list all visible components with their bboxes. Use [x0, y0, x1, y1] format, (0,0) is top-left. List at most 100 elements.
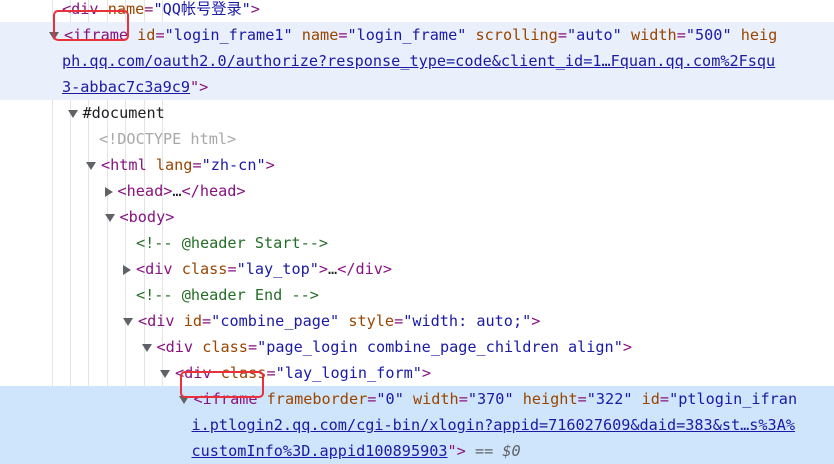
node-tag-text: >: [265, 156, 275, 174]
node-attr-text: id: [183, 312, 203, 330]
node-link-text[interactable]: customInfo%3D.appid100895903: [192, 442, 448, 460]
node-tag-text: =: [266, 364, 276, 382]
node-val-text: "page_login combine_page_children align": [257, 338, 623, 356]
dom-node-row[interactable]: <div id="combine_page" style="width: aut…: [0, 308, 834, 334]
expand-triangle-down-icon[interactable]: [178, 395, 189, 404]
node-val-text: "ptlogin_ifran: [669, 390, 798, 408]
node-txt-text: …: [172, 182, 182, 200]
node-link-text[interactable]: ph.qq.com/oauth2.0/authorize?response_ty…: [62, 52, 775, 70]
expand-triangle-down-icon[interactable]: [123, 317, 133, 326]
node-tag-text: =: [202, 312, 212, 330]
elements-dom-tree[interactable]: <div name="QQ帐号登录"> <iframe id="login_fra…: [0, 0, 834, 464]
node-com-text: <!-- @header Start-->: [136, 234, 329, 252]
node-tag-text: <html: [101, 156, 156, 174]
node-tag-text: <div: [62, 0, 108, 18]
node-attr-text: height: [513, 390, 578, 408]
expand-triangle-down-icon[interactable]: [49, 31, 59, 40]
node-attr-text: heig: [731, 26, 778, 44]
node-tag-text: =: [557, 26, 567, 44]
dom-node-row[interactable]: <!-- @header Start-->: [0, 230, 834, 256]
dom-node-row[interactable]: #document: [0, 100, 834, 126]
node-tag-text: <iframe: [193, 390, 267, 408]
node-val-text: "zh-cn": [201, 156, 266, 174]
node-attr-text: lang: [155, 156, 193, 174]
dom-node-row[interactable]: <body>: [0, 204, 834, 230]
node-val-text: "auto": [566, 26, 622, 44]
node-tag-text: =: [227, 260, 237, 278]
node-tag-text: =: [659, 390, 670, 408]
node-tag-text: </head>: [181, 182, 246, 200]
node-txt-text: …: [328, 260, 338, 278]
node-com-text: <!-- @header End -->: [136, 286, 319, 304]
node-attr-text: id: [137, 26, 156, 44]
node-attr-text: frameborder: [266, 390, 368, 408]
dom-node-row[interactable]: i.ptlogin2.qq.com/cgi-bin/xlogin?appid=7…: [0, 412, 834, 438]
node-val-text: "QQ帐号登录": [153, 0, 251, 18]
dom-node-row[interactable]: <!-- @header End -->: [0, 282, 834, 308]
collapse-triangle-right-icon[interactable]: [123, 264, 131, 275]
node-val-text: "lay_top": [236, 260, 319, 278]
node-val-text: "lay_login_form": [275, 364, 422, 382]
node-attr-text: width: [621, 26, 677, 44]
expand-triangle-down-icon[interactable]: [86, 161, 96, 170]
dom-node-row[interactable]: ph.qq.com/oauth2.0/authorize?response_ty…: [0, 48, 834, 74]
node-val-text: "322": [586, 390, 633, 408]
node-tag-text: <head>: [117, 182, 173, 200]
node-tag-text: <div: [156, 338, 203, 356]
node-tag-text: >: [421, 364, 432, 382]
node-tag-text: =: [247, 338, 258, 356]
expand-triangle-down-icon[interactable]: [141, 343, 152, 352]
dom-node-row[interactable]: <!DOCTYPE html>: [0, 126, 834, 152]
node-val-text: "login_frame1": [164, 26, 293, 44]
node-tag-text: <body>: [119, 208, 175, 226]
node-val-text: "500": [685, 26, 732, 44]
node-txt-text: #document: [82, 104, 165, 122]
node-tag-text: <div: [136, 260, 182, 278]
dom-node-row[interactable]: <div name="QQ帐号登录">: [0, 0, 834, 22]
node-tag-text: =: [676, 26, 686, 44]
collapse-triangle-right-icon[interactable]: [104, 186, 113, 197]
node-tag-text: =: [155, 26, 165, 44]
expand-triangle-down-icon[interactable]: [67, 109, 78, 118]
dom-node-row[interactable]: <div class="page_login combine_page_chil…: [0, 334, 834, 360]
node-attr-text: name: [292, 26, 339, 44]
node-attr-text: class: [220, 364, 267, 382]
node-val-text: "combine_page": [211, 312, 340, 330]
node-tag-text: >: [250, 0, 260, 18]
expand-triangle-down-icon[interactable]: [104, 213, 115, 222]
dom-node-row[interactable]: <iframe id="login_frame1" name="login_fr…: [0, 22, 834, 48]
node-attr-text: class: [181, 260, 228, 278]
node-tag-text: >: [531, 312, 541, 330]
node-tag-text: >: [622, 338, 632, 356]
node-attr-text: style: [339, 312, 395, 330]
node-link-text[interactable]: 3-abbac7c3a9c9: [62, 78, 190, 96]
node-tag-text: =: [394, 312, 404, 330]
node-attr-text: width: [403, 390, 459, 408]
node-tag-text: ">: [447, 442, 466, 460]
node-tag-text: =: [458, 390, 468, 408]
node-attr-text: name: [107, 0, 145, 18]
node-attr-text: class: [202, 338, 248, 356]
node-val-text: "0": [376, 390, 404, 408]
node-doc-text: <!DOCTYPE html>: [99, 130, 237, 148]
node-tag-text: <div: [138, 312, 184, 330]
node-link-text[interactable]: i.ptlogin2.qq.com/cgi-bin/xlogin?appid=7…: [192, 416, 795, 434]
node-attr-text: id: [632, 390, 660, 408]
node-val-text: "width: auto;": [403, 312, 532, 330]
node-tag-text: =: [192, 156, 202, 174]
expand-triangle-down-icon[interactable]: [160, 369, 170, 378]
dom-node-row[interactable]: <iframe frameborder="0" width="370" heig…: [0, 386, 834, 412]
node-val-text: "login_frame": [347, 26, 467, 44]
dom-node-row[interactable]: <head>…</head>: [0, 178, 834, 204]
node-tag-text: >: [318, 260, 329, 278]
node-tag-text: =: [577, 390, 587, 408]
dom-node-row[interactable]: <div class="lay_top">…</div>: [0, 256, 834, 282]
dom-node-row[interactable]: <div class="lay_login_form">: [0, 360, 834, 386]
dom-node-row[interactable]: 3-abbac7c3a9c9">: [0, 74, 834, 100]
dom-node-row[interactable]: customInfo%3D.appid100895903"> == $0: [0, 438, 834, 464]
node-tag-text: <div: [175, 364, 221, 382]
dom-node-row[interactable]: <html lang="zh-cn">: [0, 152, 834, 178]
node-tag-text: ">: [190, 78, 209, 96]
node-tag-text: <iframe: [64, 26, 138, 44]
node-tag-text: </div>: [337, 260, 393, 278]
